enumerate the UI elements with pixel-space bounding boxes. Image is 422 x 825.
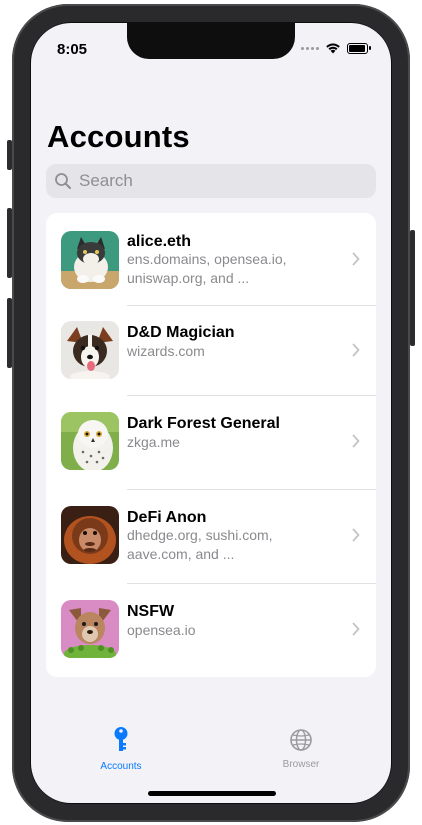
status-icons (301, 42, 371, 54)
account-row-nsfw[interactable]: NSFW opensea.io (46, 584, 376, 677)
silent-switch (7, 140, 12, 170)
cat-avatar-image (61, 231, 119, 289)
account-sites: zkga.me (127, 434, 180, 450)
account-name: alice.eth (127, 233, 192, 250)
account-sites: ens.domains, opensea.io, uniswap.org, an… (127, 251, 287, 286)
search-input[interactable] (77, 170, 361, 192)
account-row-alice[interactable]: alice.eth ens.domains, opensea.io, unisw… (46, 213, 376, 305)
search-icon (55, 173, 71, 189)
app-screen: 8:05 Accounts Search alice.eth ens.domai… (31, 23, 391, 803)
tab-accounts[interactable]: Accounts (76, 726, 166, 772)
accounts-list: alice.eth ens.domains, opensea.io, unisw… (46, 213, 376, 677)
account-sites: wizards.com (127, 343, 205, 359)
key-icon (114, 727, 128, 751)
page-title: Accounts (47, 119, 190, 154)
cellular-signal-icon (301, 46, 319, 50)
dog-avatar-image (61, 321, 119, 379)
dog-pink-avatar-image (61, 600, 119, 658)
account-sites: dhedge.org, sushi.com, aave.com, and ... (127, 527, 273, 562)
orangutan-avatar-image (61, 506, 119, 564)
account-name: DeFi Anon (127, 509, 207, 526)
account-name: Dark Forest General (127, 415, 280, 432)
chevron-right-icon (352, 434, 360, 448)
tab-accounts-label: Accounts (100, 761, 142, 772)
home-indicator (148, 791, 276, 796)
chevron-right-icon (352, 343, 360, 357)
status-time: 8:05 (57, 41, 88, 58)
wifi-icon (326, 43, 340, 54)
tab-browser[interactable]: Browser (256, 728, 346, 770)
globe-icon (290, 729, 312, 751)
notch (127, 23, 295, 59)
search-bar[interactable] (46, 164, 376, 198)
account-row-dark-forest-general[interactable]: Dark Forest General zkga.me (46, 396, 376, 489)
battery-icon (347, 42, 368, 54)
account-name: D&D Magician (127, 324, 235, 341)
power-button (410, 230, 415, 346)
chevron-right-icon (352, 252, 360, 266)
volume-down-button (7, 298, 12, 368)
account-sites: opensea.io (127, 622, 196, 638)
account-name: NSFW (127, 603, 175, 620)
owl-avatar-image (61, 412, 119, 470)
volume-up-button (7, 208, 12, 278)
chevron-right-icon (352, 528, 360, 542)
account-row-dd-magician[interactable]: D&D Magician wizards.com (46, 306, 376, 395)
tab-browser-label: Browser (282, 759, 320, 770)
account-row-defi-anon[interactable]: DeFi Anon dhedge.org, sushi.com, aave.co… (46, 490, 376, 582)
chevron-right-icon (352, 622, 360, 636)
